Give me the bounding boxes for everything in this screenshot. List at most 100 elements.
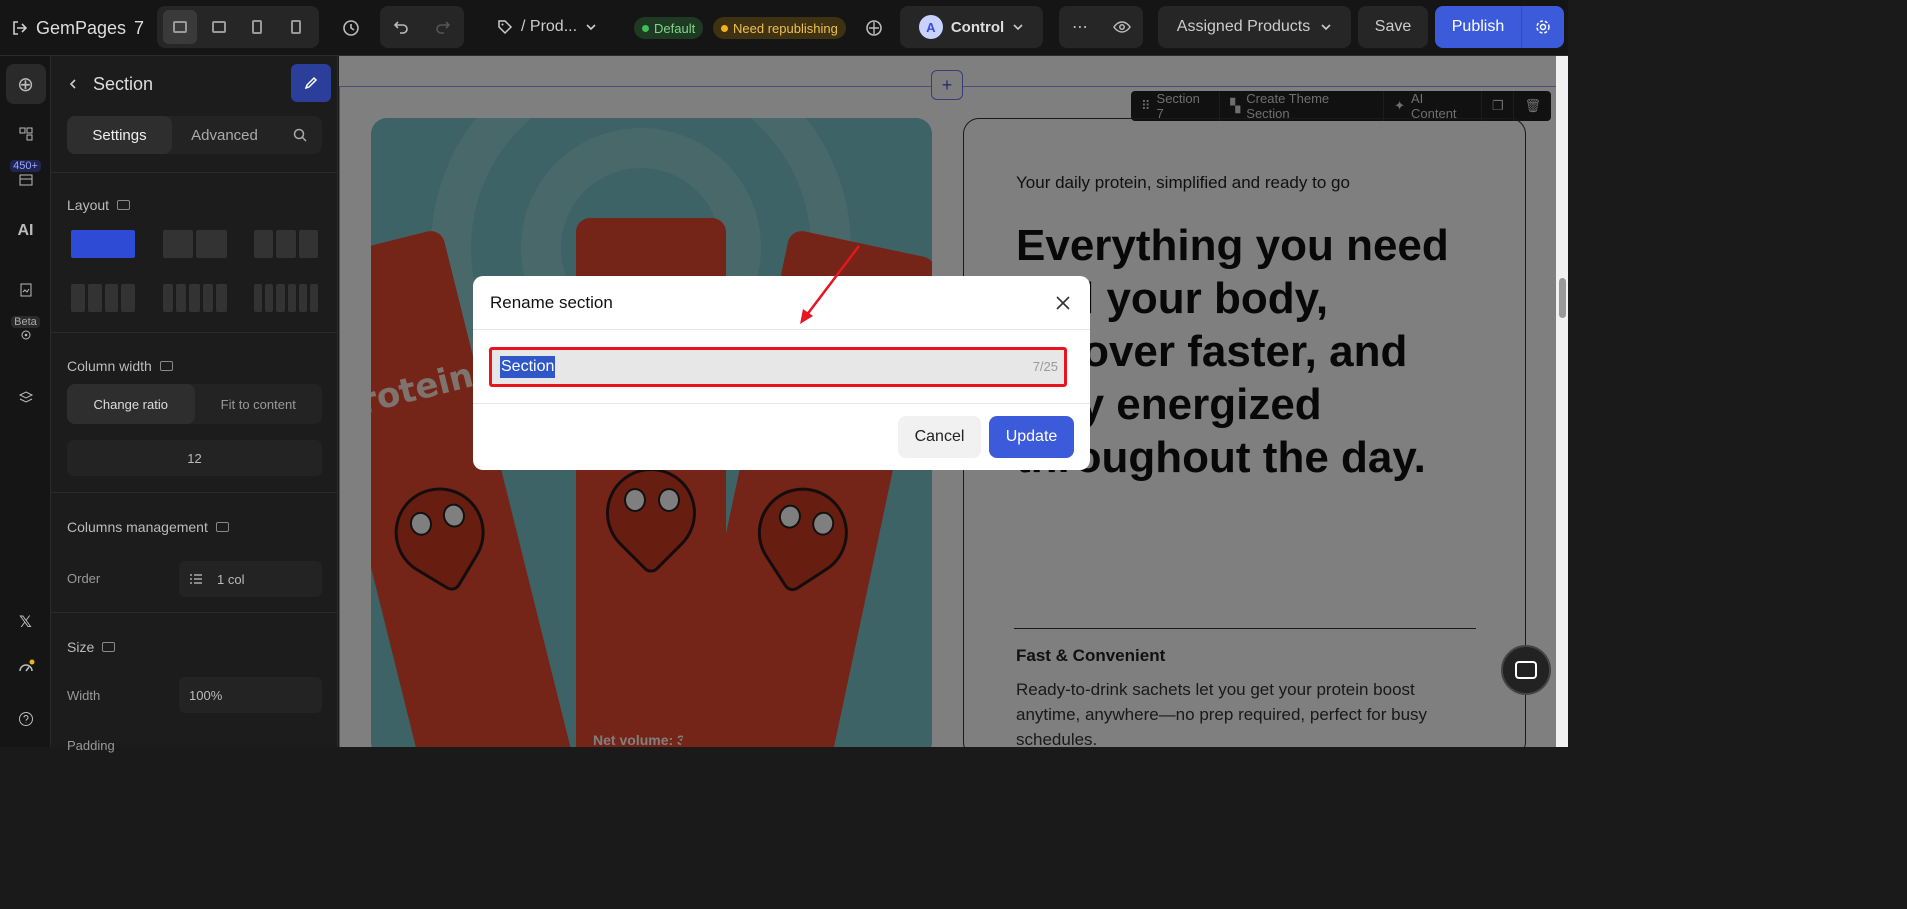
brand-name: GemPages	[36, 17, 127, 38]
help-icon	[18, 712, 33, 726]
speed-button[interactable]	[0, 658, 51, 676]
tablet-view-button[interactable]	[240, 10, 274, 44]
layout-4-col[interactable]	[67, 280, 139, 316]
monitor-icon	[215, 522, 229, 532]
dialog-divider	[473, 329, 1090, 330]
tag-icon	[498, 20, 513, 35]
monitor-icon	[102, 642, 116, 652]
section-name-field[interactable]: Section 7/25	[489, 347, 1067, 387]
width-input[interactable]: 100%	[179, 677, 322, 713]
change-ratio-option[interactable]: Change ratio	[67, 384, 195, 424]
divider	[51, 172, 338, 173]
gear-icon	[1536, 20, 1550, 34]
chevron-down-icon	[1321, 24, 1331, 31]
republish-badge-label: Need republishing	[733, 20, 838, 36]
fit-to-content-option[interactable]: Fit to content	[195, 384, 323, 424]
order-value: 1 col	[217, 571, 245, 587]
columns-management-label: Columns management	[67, 519, 229, 535]
add-element-button[interactable]: ⊕	[0, 64, 51, 104]
status-dot	[721, 24, 728, 32]
redo-icon	[436, 21, 451, 34]
variant-selector[interactable]: A Control	[900, 6, 1043, 48]
close-button[interactable]	[1052, 292, 1074, 314]
layout-label-text: Layout	[67, 197, 110, 213]
split-test-icon	[866, 20, 882, 36]
publish-button[interactable]: Publish	[1435, 6, 1521, 48]
experiment-button[interactable]	[856, 10, 892, 46]
x-icon: 𝕏	[19, 614, 32, 631]
close-icon	[1056, 296, 1070, 310]
monitor-icon	[117, 200, 131, 210]
canvas-scrollbar[interactable]	[1556, 56, 1568, 747]
ai-icon: AI	[17, 222, 34, 239]
laptop-view-button[interactable]	[202, 10, 236, 44]
chevron-down-icon	[1013, 24, 1023, 31]
panel-search-button[interactable]	[277, 116, 322, 154]
scrollbar-thumb[interactable]	[1559, 278, 1566, 318]
elements-count-badge: 450+	[10, 160, 41, 172]
search-icon	[293, 128, 307, 142]
elements-button[interactable]	[0, 126, 51, 142]
exit-icon	[13, 21, 28, 35]
order-select[interactable]: 1 col	[179, 561, 322, 597]
layout-5-col[interactable]	[159, 280, 231, 316]
layout-3-col[interactable]	[250, 226, 322, 262]
chat-support-button[interactable]	[1501, 645, 1551, 695]
column-width-label: Column width	[67, 358, 173, 374]
chat-icon	[1515, 661, 1537, 679]
back-button[interactable]	[67, 74, 79, 95]
save-button[interactable]: Save	[1358, 6, 1428, 48]
top-toolbar: GemPages 7 / Prod... Default Need republ…	[0, 0, 1568, 56]
layers-button[interactable]	[0, 390, 51, 406]
beta-badge: Beta	[11, 316, 40, 328]
more-button[interactable]: ⋯	[1059, 6, 1101, 48]
rename-button[interactable]	[291, 64, 331, 102]
laptop-icon	[211, 21, 226, 33]
grid-icon	[19, 127, 32, 141]
gauge-icon	[18, 659, 34, 672]
publish-settings-button[interactable]	[1521, 6, 1564, 48]
default-badge: Default	[634, 17, 704, 39]
columns-management-label-text: Columns management	[67, 519, 208, 535]
mobile-view-button[interactable]	[279, 10, 313, 44]
order-label: Order	[67, 571, 101, 586]
divider	[51, 612, 338, 613]
tab-settings[interactable]: Settings	[67, 116, 172, 154]
beta-feature-button[interactable]: Beta	[0, 316, 51, 344]
desktop-view-button[interactable]	[163, 10, 198, 44]
column-ratio-field[interactable]: 12	[67, 440, 322, 476]
undo-button[interactable]	[380, 6, 422, 48]
library-button[interactable]: 450+	[0, 160, 51, 188]
history-button[interactable]	[333, 10, 369, 46]
update-button[interactable]: Update	[989, 416, 1074, 458]
assigned-products-dropdown[interactable]: Assigned Products	[1158, 6, 1351, 48]
panel-tabs: Settings Advanced	[67, 116, 322, 154]
layout-6-col[interactable]	[250, 280, 322, 316]
layout-label: Layout	[67, 197, 131, 213]
more-preview-group: ⋯	[1059, 6, 1143, 48]
size-label: Size	[67, 639, 116, 655]
status-dot	[642, 24, 649, 32]
ai-button[interactable]: AI	[0, 222, 51, 240]
brand[interactable]: GemPages 7	[12, 14, 144, 42]
tab-advanced[interactable]: Advanced	[172, 116, 277, 154]
pages-button[interactable]	[0, 282, 51, 298]
help-button[interactable]	[0, 711, 51, 727]
layout-1-col[interactable]	[67, 226, 139, 262]
panel-title: Section	[93, 73, 154, 94]
page-selector[interactable]: / Prod...	[497, 6, 597, 48]
default-badge-label: Default	[654, 20, 696, 36]
section-name-input[interactable]: Section	[500, 356, 556, 378]
preview-button[interactable]	[1101, 6, 1143, 48]
location-icon	[21, 330, 30, 340]
x-integration-button[interactable]: 𝕏	[0, 612, 51, 632]
divider	[51, 492, 338, 493]
undo-redo-group	[380, 6, 464, 48]
redo-button[interactable]	[422, 6, 464, 48]
more-icon: ⋯	[1072, 19, 1088, 36]
layout-row-1	[67, 226, 322, 262]
cancel-button[interactable]: Cancel	[898, 416, 981, 458]
layout-2-col[interactable]	[159, 226, 231, 262]
tablet-icon	[252, 20, 263, 34]
column-width-label-text: Column width	[67, 358, 152, 374]
